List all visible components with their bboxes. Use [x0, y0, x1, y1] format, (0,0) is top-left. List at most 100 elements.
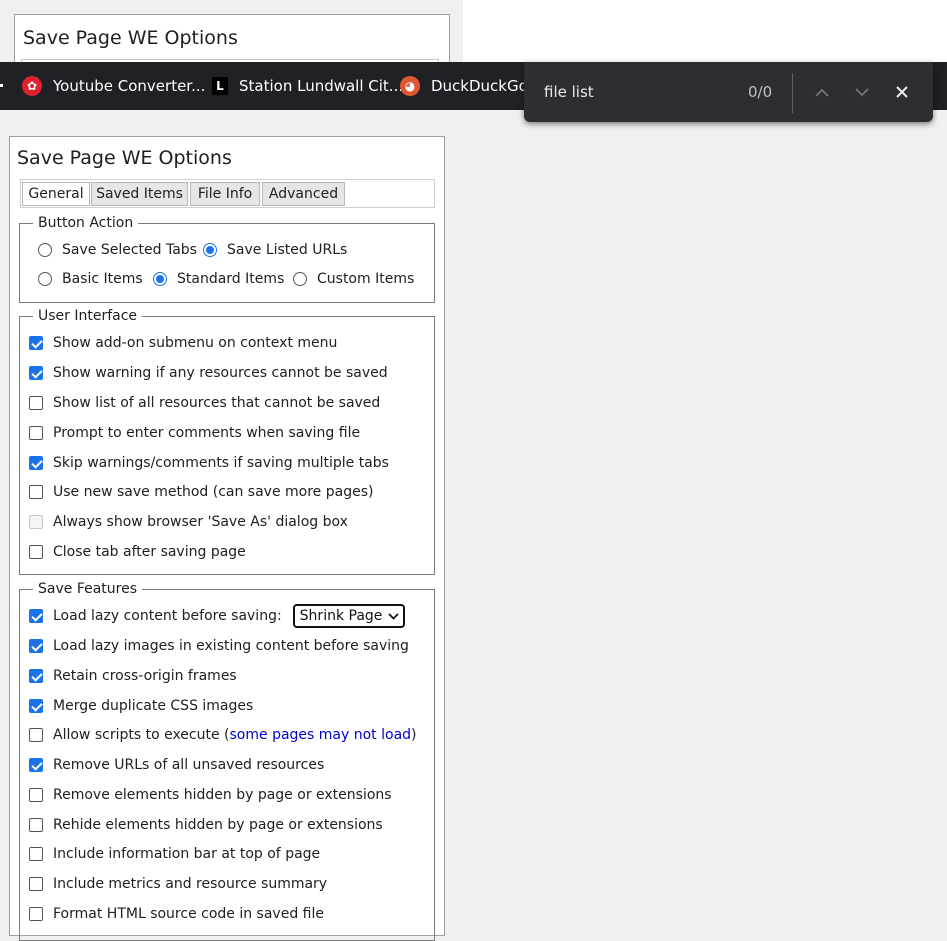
option-label: Use new save method (can save more pages… — [53, 484, 374, 500]
option-label: Skip warnings/comments if saving multipl… — [53, 455, 389, 471]
option-label: Retain cross-origin frames — [53, 668, 237, 684]
radio-basic-items[interactable]: Basic Items — [38, 269, 143, 289]
option-save-feature[interactable]: Format HTML source code in saved file — [29, 904, 324, 924]
option-label: Include metrics and resource summary — [53, 876, 328, 892]
duckduckgo-icon: ◕ — [400, 76, 420, 96]
option-label-suffix: ) — [411, 727, 417, 743]
find-previous-button[interactable] — [808, 78, 836, 106]
radio-button[interactable] — [293, 272, 307, 286]
checkbox[interactable] — [29, 545, 43, 559]
option-label: Load lazy content before saving: — [53, 608, 282, 624]
option-save-feature[interactable]: Remove URLs of all unsaved resources — [29, 755, 324, 775]
option-save-feature[interactable]: Retain cross-origin frames — [29, 666, 237, 686]
option-label: Rehide elements hidden by page or extens… — [53, 817, 383, 833]
checkbox[interactable] — [29, 699, 43, 713]
option-label: Remove URLs of all unsaved resources — [53, 757, 325, 773]
option-label: Close tab after saving page — [53, 544, 246, 560]
checkbox[interactable] — [29, 788, 43, 802]
background-options-title: Save Page WE Options — [23, 27, 238, 49]
checkbox[interactable] — [29, 366, 43, 380]
checkbox[interactable] — [29, 426, 43, 440]
radio-custom-items[interactable]: Custom Items — [293, 269, 414, 289]
bookmark-label: Youtube Converter... — [53, 77, 206, 95]
bookmark-youtube-converter[interactable]: ✿ Youtube Converter... — [22, 62, 205, 110]
page-background-white — [463, 0, 947, 62]
option-label: Include information bar at top of page — [53, 846, 321, 862]
tab-general[interactable]: General — [22, 182, 90, 206]
option-label: Prompt to enter comments when saving fil… — [53, 425, 361, 441]
bookmark-duckduckgo[interactable]: ◕ DuckDuckGo - — [400, 62, 538, 110]
checkbox[interactable] — [29, 907, 43, 921]
option-user-interface[interactable]: Skip warnings/comments if saving multipl… — [29, 453, 389, 473]
option-user-interface[interactable]: Always show browser 'Save As' dialog box — [29, 512, 348, 532]
checkbox[interactable] — [29, 758, 43, 772]
option-label: Allow scripts to execute ( — [53, 727, 230, 743]
option-save-feature[interactable]: Remove elements hidden by page or extens… — [29, 785, 392, 805]
radio-button[interactable] — [38, 272, 52, 286]
option-user-interface[interactable]: Show list of all resources that cannot b… — [29, 393, 380, 413]
radio-standard-items[interactable]: Standard Items — [153, 269, 284, 289]
tab-file-info[interactable]: File Info — [190, 182, 260, 206]
checkbox[interactable] — [29, 609, 43, 623]
radio-button[interactable] — [203, 243, 217, 257]
radio-label: Standard Items — [177, 271, 285, 287]
radio-save-selected-tabs[interactable]: Save Selected Tabs — [38, 240, 197, 260]
option-user-interface[interactable]: Show add-on submenu on context menu — [29, 333, 337, 353]
option-label: Show warning if any resources cannot be … — [53, 365, 388, 381]
bookmark-label: Station Lundwall Cit... — [239, 77, 404, 95]
radio-button[interactable] — [153, 272, 167, 286]
option-save-feature[interactable]: Include information bar at top of page — [29, 844, 320, 864]
checkbox[interactable] — [29, 669, 43, 683]
checkbox[interactable] — [29, 728, 43, 742]
radio-label: Custom Items — [317, 271, 415, 287]
find-in-page-bar: file list 0/0 — [524, 62, 933, 122]
lazy-content-select[interactable]: Shrink Page — [292, 604, 406, 628]
option-load-lazy-content[interactable]: Load lazy content before saving: Shrink … — [29, 604, 406, 628]
option-label: Show list of all resources that cannot b… — [53, 395, 381, 411]
option-label: Format HTML source code in saved file — [53, 906, 324, 922]
save-features-legend: Save Features — [38, 581, 138, 597]
checkbox[interactable] — [29, 456, 43, 470]
bookmark-overflow-dot — [0, 84, 3, 87]
checkbox[interactable] — [29, 877, 43, 891]
option-save-feature[interactable]: Load lazy images in existing content bef… — [29, 636, 409, 656]
tab-saved-items[interactable]: Saved Items — [91, 182, 188, 206]
option-save-feature[interactable]: Merge duplicate CSS images — [29, 696, 253, 716]
youtube-converter-icon: ✿ — [22, 76, 42, 96]
chevron-up-icon — [815, 88, 829, 97]
station-icon: L — [212, 77, 228, 95]
option-user-interface[interactable]: Prompt to enter comments when saving fil… — [29, 423, 360, 443]
select-value: Shrink Page — [299, 608, 383, 624]
checkbox — [29, 515, 43, 529]
scripts-warning-link[interactable]: some pages may not load — [230, 727, 412, 743]
checkbox[interactable] — [29, 818, 43, 832]
options-panel: Save Page WE Options General Saved Items… — [9, 136, 445, 941]
find-close-button[interactable] — [888, 78, 916, 106]
checkbox[interactable] — [29, 639, 43, 653]
option-label: Show add-on submenu on context menu — [53, 335, 338, 351]
option-save-feature[interactable]: Rehide elements hidden by page or extens… — [29, 815, 383, 835]
option-label: Merge duplicate CSS images — [53, 698, 254, 714]
radio-button[interactable] — [38, 243, 52, 257]
checkbox[interactable] — [29, 396, 43, 410]
chevron-down-icon — [388, 612, 400, 620]
bookmark-station-lundwall[interactable]: L Station Lundwall Cit... — [212, 62, 403, 110]
find-match-count: 0/0 — [748, 83, 773, 101]
option-label: Remove elements hidden by page or extens… — [53, 787, 392, 803]
option-user-interface[interactable]: Use new save method (can save more pages… — [29, 482, 373, 502]
tab-strip: General Saved Items File Info Advanced — [20, 179, 435, 208]
option-save-feature[interactable]: Allow scripts to execute (some pages may… — [29, 725, 417, 745]
option-user-interface[interactable]: Close tab after saving page — [29, 542, 246, 562]
find-input[interactable]: file list — [544, 83, 594, 101]
find-next-button[interactable] — [848, 78, 876, 106]
checkbox[interactable] — [29, 485, 43, 499]
close-icon — [896, 86, 908, 98]
option-save-feature[interactable]: Include metrics and resource summary — [29, 874, 327, 894]
user-interface-legend: User Interface — [38, 308, 138, 324]
find-separator — [792, 73, 793, 113]
tab-advanced[interactable]: Advanced — [262, 182, 345, 206]
radio-save-listed-urls[interactable]: Save Listed URLs — [203, 240, 347, 260]
checkbox[interactable] — [29, 336, 43, 350]
option-user-interface[interactable]: Show warning if any resources cannot be … — [29, 363, 388, 383]
checkbox[interactable] — [29, 847, 43, 861]
